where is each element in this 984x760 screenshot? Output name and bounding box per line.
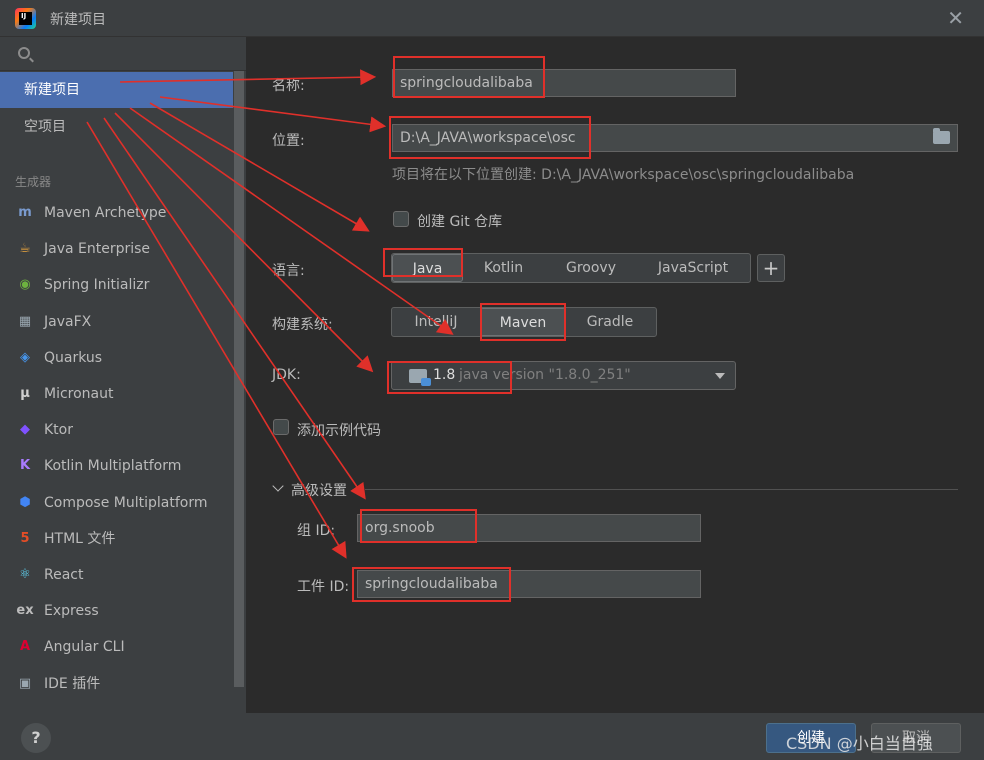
generator-label: Compose Multiplatform: [44, 494, 208, 511]
ktor-icon: ◆: [20, 422, 30, 438]
compose-icon: ⬢: [19, 494, 31, 510]
chevron-down-icon: [715, 373, 725, 379]
generator-item[interactable]: ex Express: [0, 593, 233, 629]
chevron-down-icon[interactable]: [272, 480, 284, 492]
sidebar-item-label: 新建项目: [24, 82, 80, 98]
build-system-selector: IntelliJ Maven Gradle: [391, 307, 657, 337]
generator-label: Spring Initializr: [44, 277, 150, 294]
location-hint: 项目将在以下位置创建: D:\A_JAVA\workspace\osc\spri…: [392, 167, 855, 183]
sample-code-label: 添加示例代码: [297, 423, 381, 439]
generator-label: Ktor: [44, 422, 73, 439]
language-option-groovy[interactable]: Groovy: [544, 254, 638, 282]
html5-icon: 5: [20, 530, 30, 546]
location-input[interactable]: D:\A_JAVA\workspace\osc: [392, 124, 958, 152]
jdk-dropdown[interactable]: 1.8 java version "1.8.0_251": [391, 361, 736, 390]
sidebar-item-label: 空项目: [24, 119, 66, 135]
build-system-label: 构建系统:: [272, 317, 333, 333]
generator-label: Micronaut: [44, 386, 114, 402]
language-selector: Java Kotlin Groovy JavaScript: [391, 253, 751, 283]
jdk-folder-icon: [409, 369, 431, 386]
sidebar: 新建项目 空项目 生成器 m Maven Archetype ☕ Java Enter…: [0, 37, 246, 713]
generator-item[interactable]: ☕ Java Enterprise: [0, 231, 233, 267]
generator-item[interactable]: ◈ Quarkus: [0, 340, 233, 376]
location-label: 位置:: [272, 133, 305, 149]
build-option-intellij[interactable]: IntelliJ: [392, 308, 480, 336]
micronaut-icon: μ: [20, 386, 30, 401]
group-id-input[interactable]: org.snoob: [357, 514, 701, 542]
folder-icon[interactable]: [933, 128, 950, 144]
ide-plugin-icon: ▣: [18, 675, 32, 691]
generator-item[interactable]: ⚛ React: [0, 557, 233, 593]
footer-bar: ? 创建 取消 CSDN @小白当自强: [0, 713, 984, 760]
express-icon: ex: [16, 603, 34, 619]
sidebar-item-empty-project[interactable]: 空项目: [0, 109, 233, 145]
javafx-icon: ▦: [18, 313, 32, 329]
section-generators-title: 生成器: [15, 175, 52, 189]
artifact-id-label: 工件 ID:: [297, 579, 350, 595]
jdk-label: JDK:: [272, 367, 301, 383]
group-id-label: 组 ID:: [297, 523, 336, 539]
help-button[interactable]: ?: [21, 723, 51, 753]
sample-code-checkbox[interactable]: [273, 419, 289, 435]
generator-label: Express: [44, 603, 99, 620]
quarkus-icon: ◈: [20, 349, 30, 365]
logo-text: IJ: [21, 12, 27, 20]
generator-item[interactable]: A Angular CLI: [0, 629, 233, 665]
maven-icon: m: [18, 205, 32, 220]
generator-item[interactable]: K Kotlin Multiplatform: [0, 448, 233, 484]
sidebar-item-new-project[interactable]: 新建项目: [0, 72, 233, 108]
generator-item[interactable]: ▦ JavaFX: [0, 304, 233, 340]
language-option-kotlin[interactable]: Kotlin: [463, 254, 544, 282]
generator-item[interactable]: m Maven Archetype: [0, 195, 233, 231]
generator-label: React: [44, 567, 84, 583]
jdk-description: java version "1.8.0_251": [459, 367, 631, 383]
title-bar: IJ 新建项目 ✕: [0, 0, 984, 37]
angular-icon: A: [19, 639, 31, 655]
intellij-logo-icon: IJ: [15, 8, 36, 29]
location-value: D:\A_JAVA\workspace\osc: [400, 130, 576, 146]
build-option-maven[interactable]: Maven: [480, 308, 566, 336]
search-icon[interactable]: [18, 47, 30, 59]
name-label: 名称:: [272, 78, 305, 94]
generator-label: HTML 文件: [44, 530, 116, 547]
window-title: 新建项目: [50, 12, 106, 28]
generator-item[interactable]: 5 HTML 文件: [0, 521, 233, 557]
generator-label: JavaFX: [44, 313, 92, 330]
advanced-divider: [365, 489, 958, 490]
build-option-gradle[interactable]: Gradle: [566, 308, 654, 336]
name-input[interactable]: springcloudalibaba: [392, 69, 736, 97]
language-label: 语言:: [272, 263, 305, 279]
sidebar-scrollbar[interactable]: [234, 71, 244, 687]
language-option-javascript[interactable]: JavaScript: [638, 254, 748, 282]
kotlin-icon: K: [19, 458, 31, 474]
advanced-settings-label[interactable]: 高级设置: [291, 480, 347, 500]
java-enterprise-icon: ☕: [19, 241, 31, 257]
generator-label: Maven Archetype: [44, 205, 167, 221]
close-icon[interactable]: ✕: [947, 6, 964, 30]
generator-item[interactable]: ▣ IDE 插件: [0, 666, 233, 702]
generator-label: Java Enterprise: [44, 241, 151, 258]
generator-item[interactable]: ◆ Ktor: [0, 412, 233, 448]
generator-label: Quarkus: [44, 349, 103, 366]
generator-item[interactable]: ◉ Spring Initializr: [0, 267, 233, 303]
jdk-version: 1.8: [433, 367, 456, 383]
git-label: 创建 Git 仓库: [417, 214, 503, 230]
sidebar-search[interactable]: [0, 37, 246, 71]
language-option-java[interactable]: Java: [392, 254, 463, 282]
generator-label: Kotlin Multiplatform: [44, 458, 182, 475]
generator-label: IDE 插件: [44, 675, 101, 692]
watermark: CSDN @小白当自强: [786, 734, 933, 753]
generator-item[interactable]: ⬢ Compose Multiplatform: [0, 485, 233, 521]
react-icon: ⚛: [19, 567, 31, 582]
spring-icon: ◉: [19, 277, 31, 293]
generator-item[interactable]: μ Micronaut: [0, 376, 233, 412]
generator-label: Angular CLI: [44, 639, 125, 656]
add-language-button[interactable]: +: [757, 254, 785, 282]
artifact-id-input[interactable]: springcloudalibaba: [357, 570, 701, 598]
git-checkbox[interactable]: [393, 211, 409, 227]
